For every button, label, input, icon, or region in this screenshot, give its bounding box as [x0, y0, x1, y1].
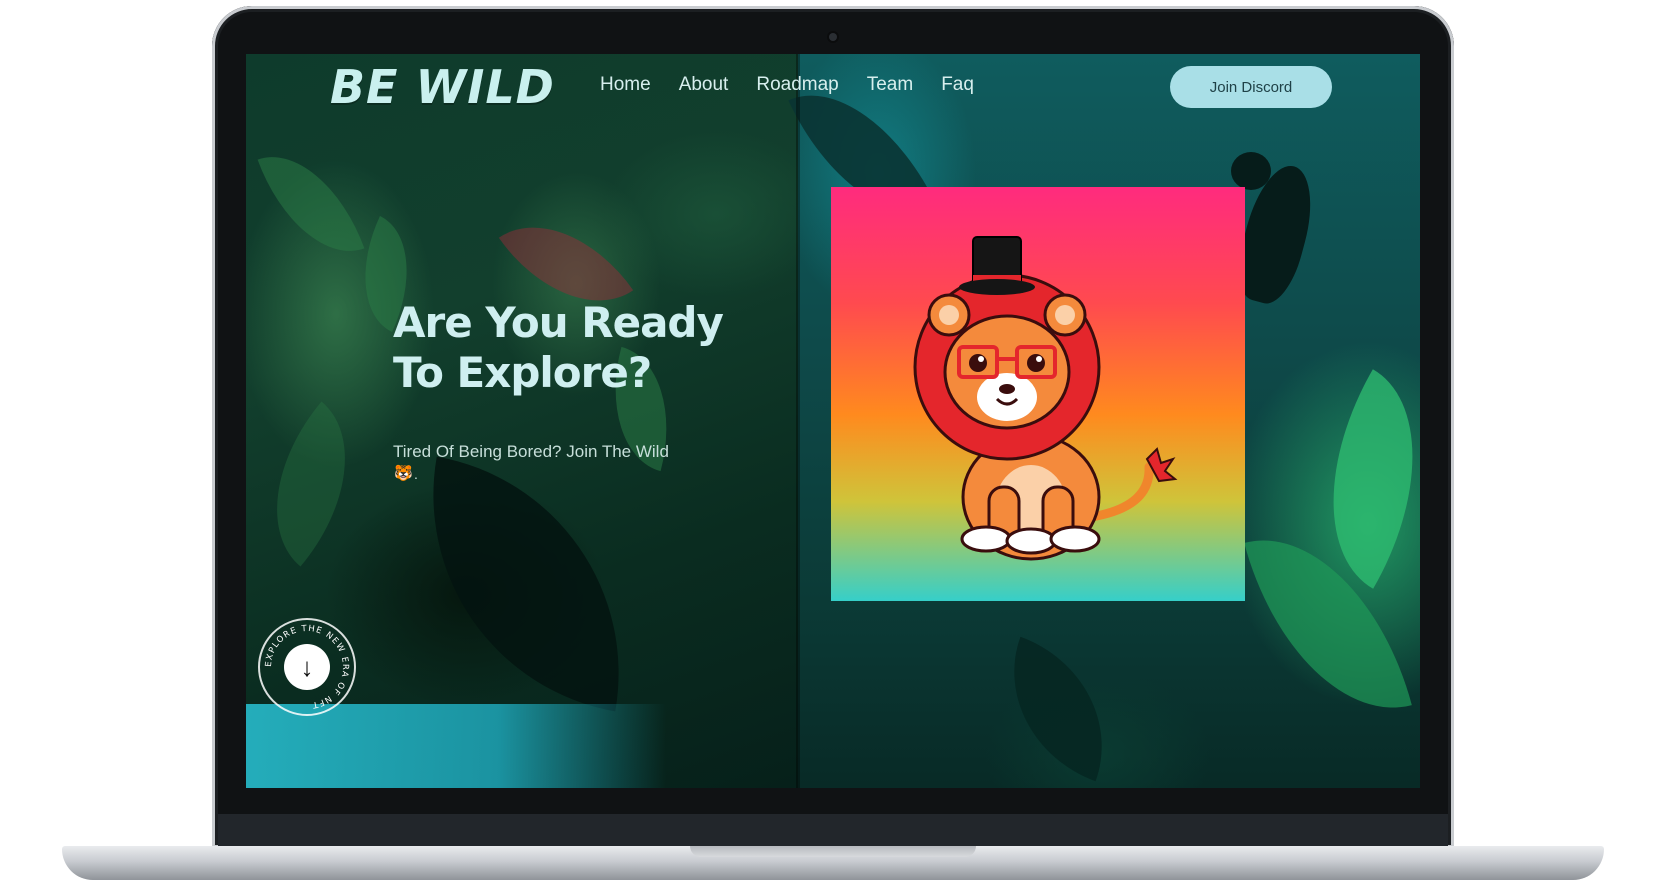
join-discord-button[interactable]: Join Discord — [1170, 66, 1332, 108]
laptop-base-notch — [690, 846, 976, 857]
hero-title-line-1: Are You Ready — [393, 298, 724, 347]
lion-with-top-hat-icon — [913, 236, 1178, 561]
hero-trailing-text: . — [414, 466, 418, 482]
website-screen: BE WILD Home About Roadmap Team Faq Join… — [246, 54, 1420, 788]
camera-icon — [829, 33, 837, 41]
hero-subtitle: Tired Of Being Bored? Join The Wild — [393, 442, 669, 461]
nav-home[interactable]: Home — [600, 74, 651, 96]
main-nav: Home About Roadmap Team Faq — [600, 74, 1002, 96]
leaf-shape — [982, 636, 1134, 782]
nav-team[interactable]: Team — [867, 74, 913, 96]
arrow-down-icon[interactable]: ↓ — [284, 644, 330, 690]
tiger-emoji-icon: 🐯 — [394, 465, 413, 482]
nav-faq[interactable]: Faq — [941, 74, 974, 96]
panel-divider — [796, 54, 800, 788]
nav-roadmap[interactable]: Roadmap — [756, 74, 838, 96]
site-logo[interactable]: BE WILD — [330, 60, 555, 114]
scroll-down-badge[interactable]: EXPLORE THE NEW ERA OF NFT ↓ — [258, 618, 356, 716]
leaf-shape — [246, 401, 391, 567]
nav-about[interactable]: About — [679, 74, 729, 96]
nft-card[interactable] — [831, 187, 1245, 601]
hero-title: Are You Ready To Explore? — [393, 298, 753, 398]
leaf-shape — [257, 135, 365, 273]
leaf-shadow-shape — [398, 456, 654, 712]
laptop-bezel — [218, 814, 1448, 848]
parrot-head-silhouette — [1231, 152, 1271, 190]
water-stream — [246, 704, 666, 788]
hero-title-line-2: To Explore? — [393, 348, 652, 397]
